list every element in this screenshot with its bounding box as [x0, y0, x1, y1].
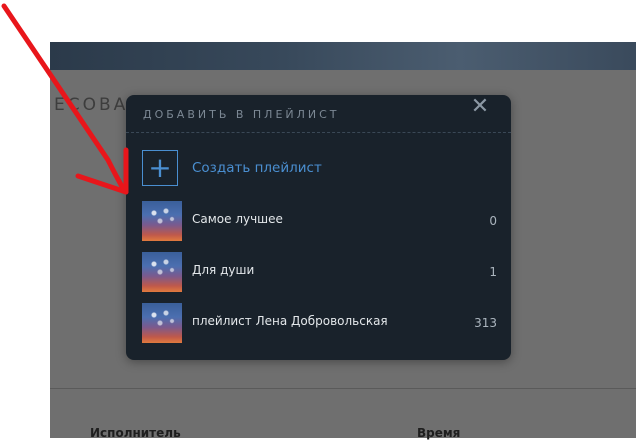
playlist-count: 1 — [489, 265, 497, 279]
add-to-playlist-modal: ДОБАВИТЬ В ПЛЕЙЛИСТ ✕ + Создать плейлист… — [126, 95, 511, 360]
modal-title: ДОБАВИТЬ В ПЛЕЙЛИСТ — [143, 108, 340, 121]
playlist-name: Для души — [192, 263, 255, 277]
playlist-count: 0 — [489, 214, 497, 228]
playlist-cover — [142, 201, 182, 241]
create-playlist-label: Создать плейлист — [192, 160, 322, 176]
create-playlist-button[interactable]: + Создать плейлист — [142, 150, 497, 188]
modal-header: ДОБАВИТЬ В ПЛЕЙЛИСТ ✕ — [126, 95, 511, 133]
playlist-item[interactable]: плейлист Лена Добровольская 313 — [142, 303, 497, 343]
close-icon[interactable]: ✕ — [470, 96, 490, 118]
header-banner — [50, 42, 636, 70]
plus-icon: + — [142, 150, 178, 186]
playlist-item[interactable]: Самое лучшее 0 — [142, 201, 497, 241]
playlist-cover — [142, 252, 182, 292]
page-heading: ЕСОВА — [54, 95, 129, 115]
playlist-cover — [142, 303, 182, 343]
playlist-name: плейлист Лена Добровольская — [192, 314, 388, 328]
playlist-item[interactable]: Для души 1 — [142, 252, 497, 292]
divider — [50, 388, 636, 389]
playlist-name: Самое лучшее — [192, 212, 283, 226]
playlist-count: 313 — [474, 316, 497, 330]
